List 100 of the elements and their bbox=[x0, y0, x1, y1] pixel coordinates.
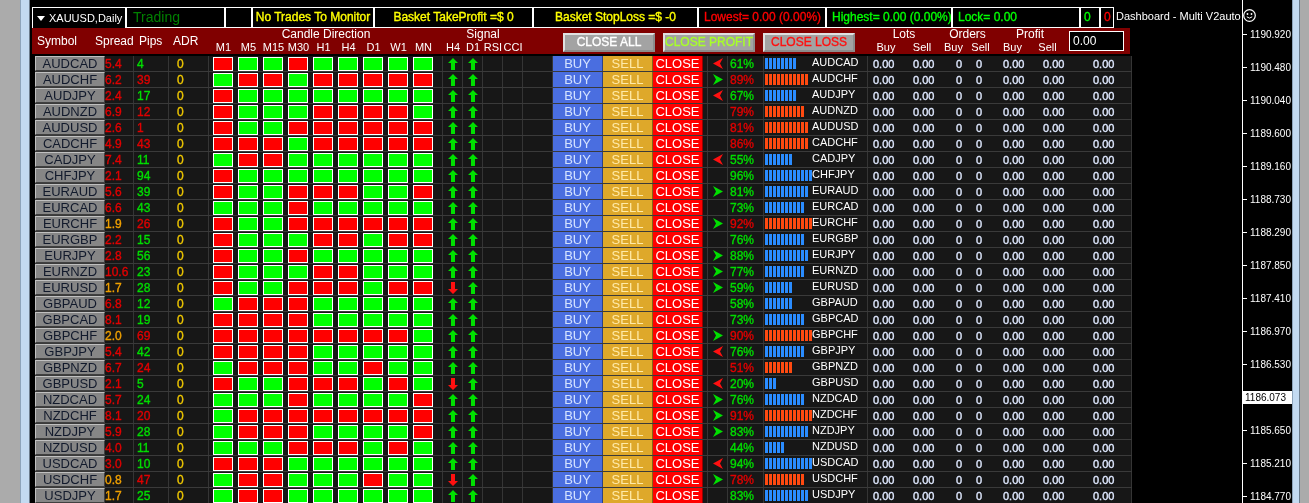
buy-button[interactable]: BUY bbox=[553, 360, 603, 375]
sell-button[interactable]: SELL bbox=[603, 184, 653, 199]
buy-button[interactable]: BUY bbox=[553, 56, 603, 71]
buy-button[interactable]: BUY bbox=[553, 392, 603, 407]
sell-button[interactable]: SELL bbox=[603, 312, 653, 327]
sell-button[interactable]: SELL bbox=[603, 280, 653, 295]
sell-button[interactable]: SELL bbox=[603, 264, 653, 279]
buy-button[interactable]: BUY bbox=[553, 152, 603, 167]
symbol-button[interactable]: USDJPY bbox=[35, 488, 105, 503]
close-button[interactable]: CLOSE bbox=[653, 344, 703, 359]
sell-button[interactable]: SELL bbox=[603, 248, 653, 263]
close-button[interactable]: CLOSE bbox=[653, 152, 703, 167]
sell-button[interactable]: SELL bbox=[603, 424, 653, 439]
close-button[interactable]: CLOSE bbox=[653, 296, 703, 311]
close-button[interactable]: CLOSE bbox=[653, 168, 703, 183]
amount-field[interactable]: 0.00 bbox=[1069, 31, 1124, 51]
symbol-button[interactable]: GBPCAD bbox=[35, 312, 105, 327]
symbol-button[interactable]: GBPJPY bbox=[35, 344, 105, 359]
sell-button[interactable]: SELL bbox=[603, 296, 653, 311]
symbol-button[interactable]: AUDJPY bbox=[35, 88, 105, 103]
sell-button[interactable]: SELL bbox=[603, 472, 653, 487]
close-button[interactable]: CLOSE bbox=[653, 88, 703, 103]
symbol-button[interactable]: GBPNZD bbox=[35, 360, 105, 375]
close-button[interactable]: CLOSE bbox=[653, 488, 703, 503]
sell-button[interactable]: SELL bbox=[603, 440, 653, 455]
sell-button[interactable]: SELL bbox=[603, 216, 653, 231]
symbol-button[interactable]: AUDCHF bbox=[35, 72, 105, 87]
symbol-button[interactable]: NZDUSD bbox=[35, 440, 105, 455]
buy-button[interactable]: BUY bbox=[553, 168, 603, 183]
symbol-button[interactable]: CADJPY bbox=[35, 152, 105, 167]
caret-down-icon[interactable] bbox=[37, 15, 45, 21]
close-button[interactable]: CLOSE bbox=[653, 360, 703, 375]
sell-button[interactable]: SELL bbox=[603, 392, 653, 407]
close-button[interactable]: CLOSE bbox=[653, 200, 703, 215]
symbol-button[interactable]: AUDUSD bbox=[35, 120, 105, 135]
close-button[interactable]: CLOSE bbox=[653, 216, 703, 231]
buy-button[interactable]: BUY bbox=[553, 184, 603, 199]
sell-button[interactable]: SELL bbox=[603, 376, 653, 391]
sell-button[interactable]: SELL bbox=[603, 456, 653, 471]
symbol-button[interactable]: EURCAD bbox=[35, 200, 105, 215]
buy-button[interactable]: BUY bbox=[553, 456, 603, 471]
symbol-button[interactable]: EURNZD bbox=[35, 264, 105, 279]
sell-button[interactable]: SELL bbox=[603, 104, 653, 119]
buy-button[interactable]: BUY bbox=[553, 488, 603, 503]
sell-button[interactable]: SELL bbox=[603, 360, 653, 375]
buy-button[interactable]: BUY bbox=[553, 344, 603, 359]
close-button[interactable]: CLOSE bbox=[653, 120, 703, 135]
close-button[interactable]: CLOSE bbox=[653, 328, 703, 343]
buy-button[interactable]: BUY bbox=[553, 472, 603, 487]
buy-button[interactable]: BUY bbox=[553, 312, 603, 327]
close-button[interactable]: CLOSE bbox=[653, 472, 703, 487]
buy-button[interactable]: BUY bbox=[553, 216, 603, 231]
symbol-button[interactable]: GBPAUD bbox=[35, 296, 105, 311]
symbol-button[interactable]: GBPCHF bbox=[35, 328, 105, 343]
sell-button[interactable]: SELL bbox=[603, 488, 653, 503]
buy-button[interactable]: BUY bbox=[553, 264, 603, 279]
close-button[interactable]: CLOSE bbox=[653, 56, 703, 71]
symbol-button[interactable]: USDCAD bbox=[35, 456, 105, 471]
close-button[interactable]: CLOSE bbox=[653, 408, 703, 423]
sell-button[interactable]: SELL bbox=[603, 136, 653, 151]
symbol-button[interactable]: EURCHF bbox=[35, 216, 105, 231]
symbol-button[interactable]: NZDCAD bbox=[35, 392, 105, 407]
buy-button[interactable]: BUY bbox=[553, 232, 603, 247]
symbol-button[interactable]: EURGBP bbox=[35, 232, 105, 247]
sell-button[interactable]: SELL bbox=[603, 328, 653, 343]
close-orders-button[interactable]: CLOSE PROFIT bbox=[663, 32, 755, 52]
buy-button[interactable]: BUY bbox=[553, 72, 603, 87]
symbol-button[interactable]: NZDJPY bbox=[35, 424, 105, 439]
close-button[interactable]: CLOSE bbox=[653, 376, 703, 391]
close-button[interactable]: CLOSE bbox=[653, 104, 703, 119]
buy-button[interactable]: BUY bbox=[553, 248, 603, 263]
symbol-button[interactable]: GBPUSD bbox=[35, 376, 105, 391]
buy-button[interactable]: BUY bbox=[553, 328, 603, 343]
sell-button[interactable]: SELL bbox=[603, 168, 653, 183]
sell-button[interactable]: SELL bbox=[603, 200, 653, 215]
symbol-button[interactable]: CADCHF bbox=[35, 136, 105, 151]
symbol-button[interactable]: AUDNZD bbox=[35, 104, 105, 119]
buy-button[interactable]: BUY bbox=[553, 376, 603, 391]
symbol-button[interactable]: EURAUD bbox=[35, 184, 105, 199]
close-button[interactable]: CLOSE bbox=[653, 264, 703, 279]
close-button[interactable]: CLOSE bbox=[653, 184, 703, 199]
close-button[interactable]: CLOSE bbox=[653, 424, 703, 439]
buy-button[interactable]: BUY bbox=[553, 88, 603, 103]
close-button[interactable]: CLOSE bbox=[653, 72, 703, 87]
buy-button[interactable]: BUY bbox=[553, 408, 603, 423]
close-button[interactable]: CLOSE bbox=[653, 248, 703, 263]
buy-button[interactable]: BUY bbox=[553, 440, 603, 455]
buy-button[interactable]: BUY bbox=[553, 296, 603, 311]
close-button[interactable]: CLOSE bbox=[653, 456, 703, 471]
symbol-button[interactable]: AUDCAD bbox=[35, 56, 105, 71]
buy-button[interactable]: BUY bbox=[553, 200, 603, 215]
buy-button[interactable]: BUY bbox=[553, 424, 603, 439]
close-button[interactable]: CLOSE bbox=[653, 280, 703, 295]
close-button[interactable]: CLOSE bbox=[653, 312, 703, 327]
buy-button[interactable]: BUY bbox=[553, 280, 603, 295]
close-button[interactable]: CLOSE bbox=[653, 440, 703, 455]
close-button[interactable]: CLOSE bbox=[653, 136, 703, 151]
sell-button[interactable]: SELL bbox=[603, 152, 653, 167]
sell-button[interactable]: SELL bbox=[603, 56, 653, 71]
symbol-button[interactable]: USDCHF bbox=[35, 472, 105, 487]
